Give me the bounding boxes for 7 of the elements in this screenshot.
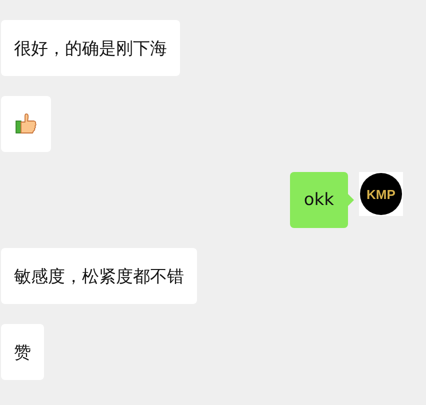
bubble-tail <box>348 194 354 206</box>
message-bubble: 敏感度，松紧度都不错 <box>1 248 197 304</box>
thumbs-up-icon <box>14 112 38 136</box>
message-bubble: 赞 <box>1 324 44 380</box>
message-bubble: okk <box>290 172 348 228</box>
message-bubble: 很好，的确是刚下海 <box>1 20 180 76</box>
avatar[interactable]: KMP <box>359 172 403 216</box>
